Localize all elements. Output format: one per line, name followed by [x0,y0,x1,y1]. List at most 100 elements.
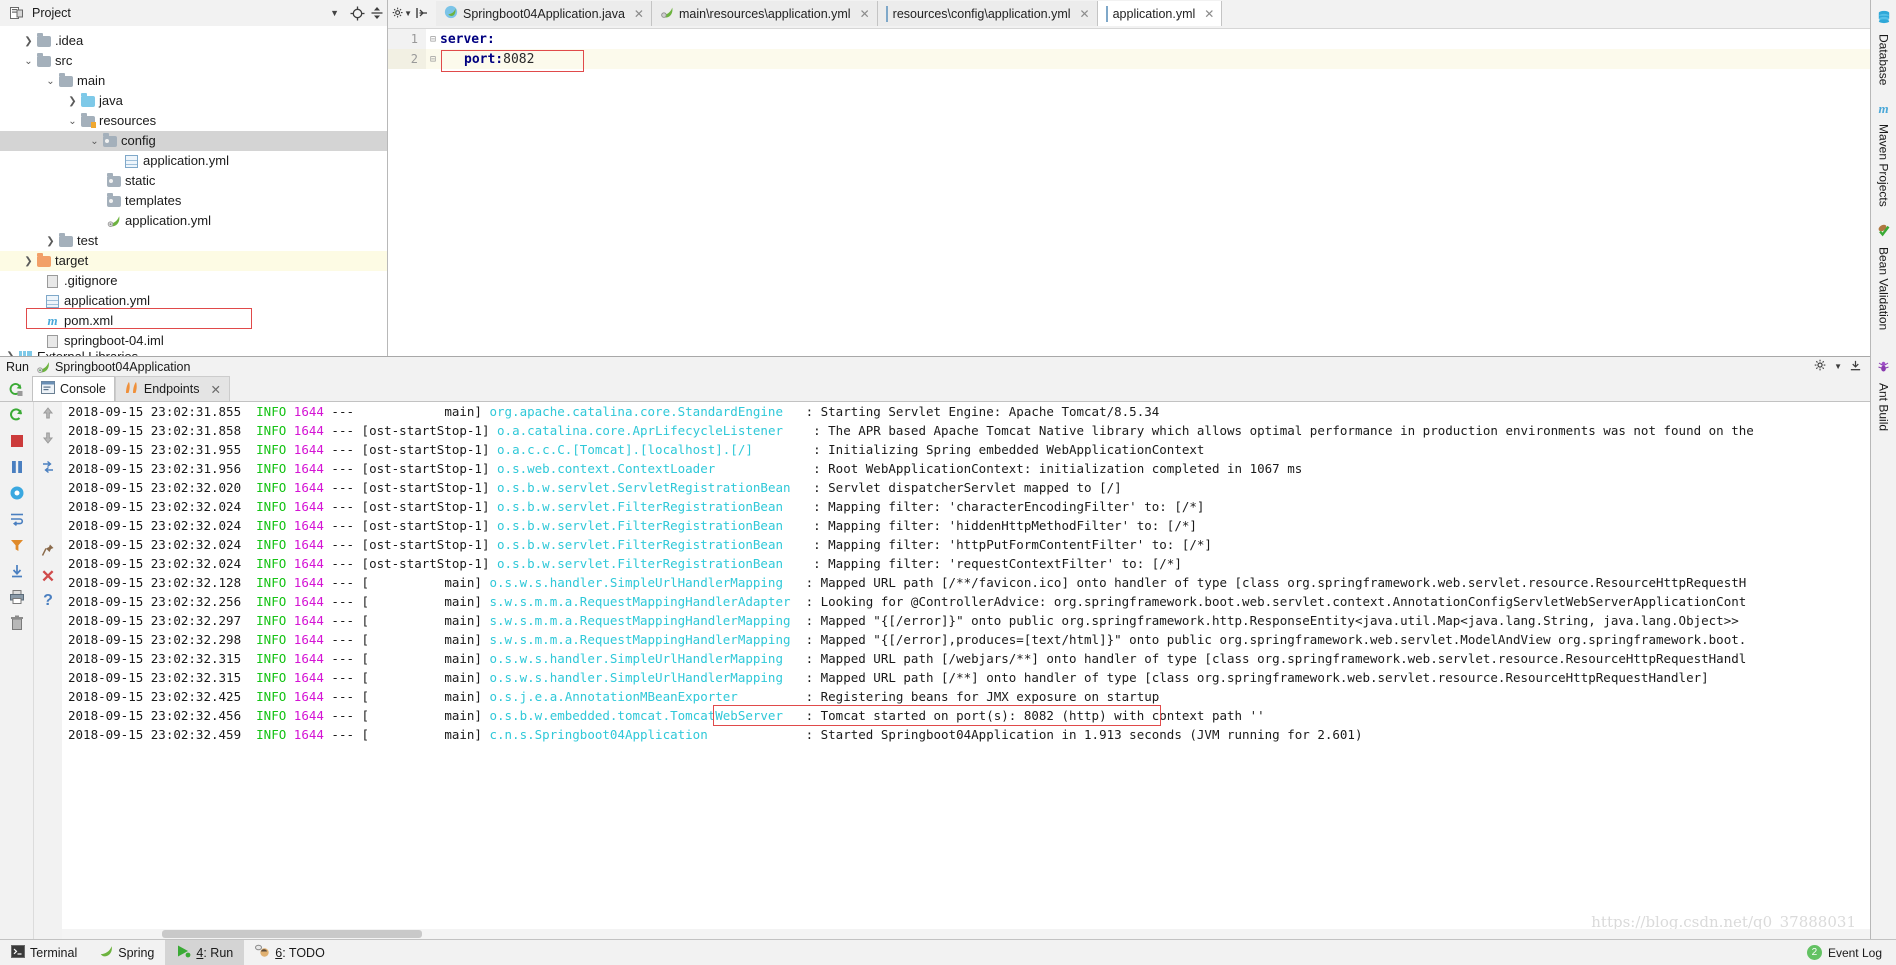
scroll-to-end-icon[interactable] [9,563,25,582]
fold-marker-icon[interactable]: ⊟ [426,54,440,65]
code-line-1[interactable]: 1 ⊟ server: [388,29,1896,49]
status-item-terminal[interactable]: Terminal [0,940,88,965]
log-message: : Root WebApplicationContext: initializa… [805,461,1303,476]
tree-item-main[interactable]: ⌄ main [0,71,387,91]
help-icon[interactable]: ? [43,593,53,609]
tree-item-external-libraries[interactable]: ❯ External Libraries [0,351,387,356]
chevron-down-icon[interactable]: ▼ [1834,362,1842,371]
tree-item-iml[interactable]: springboot-04.iml [0,331,387,351]
log-message: : Looking for @ControllerAdvice: org.spr… [798,594,1747,609]
status-item-run[interactable]: 44: Run: Run [165,939,245,965]
console-log-line: 2018-09-15 23:02:31.955 INFO 1644 --- [o… [62,440,1870,459]
stop-icon[interactable] [9,433,25,452]
status-item-spring[interactable]: Spring [88,940,165,965]
trace-icon[interactable] [9,485,25,504]
tree-item-resources-application-yml[interactable]: application.yml [0,211,387,231]
log-separator: --- [323,499,362,514]
expand-collapse-icon[interactable] [367,3,387,23]
tree-item-src[interactable]: ⌄ src [0,51,387,71]
tree-item-idea[interactable]: ❯ .idea [0,31,387,51]
tree-item-templates[interactable]: templates [0,191,387,211]
chevron-down-icon[interactable]: ⌄ [88,136,101,147]
log-level: INFO [256,442,287,457]
hide-window-icon[interactable] [1849,359,1862,375]
chevron-down-icon[interactable]: ▼ [330,8,339,18]
code-area[interactable]: 1 ⊟ server: 2 ⊟ port: 8082 ✓ [388,29,1896,356]
log-pid: 1644 [293,423,324,438]
maven-m-icon: m [47,313,58,328]
chevron-down-icon[interactable]: ⌄ [44,76,57,87]
run-tab-console[interactable]: Console [32,376,115,401]
tree-item-config-application-yml[interactable]: application.yml [0,151,387,171]
chevron-right-icon[interactable]: ❯ [44,236,57,247]
log-level: INFO [256,670,287,685]
close-icon[interactable]: ✕ [210,382,220,397]
chevron-right-icon[interactable]: ❯ [4,351,17,356]
chevron-down-icon[interactable]: ⌄ [22,56,35,67]
compare-icon[interactable] [41,460,55,477]
right-tool-maven-projects[interactable]: m Maven Projects [1877,95,1891,217]
event-log-badge[interactable]: 2 [1806,945,1822,960]
log-level: INFO [256,404,287,419]
tree-item-gitignore[interactable]: .gitignore [0,271,387,291]
pause-icon[interactable] [9,459,25,478]
log-level: INFO [256,461,287,476]
right-tool-ant-build[interactable]: Ant Build [1877,354,1891,441]
console-log-line: 2018-09-15 23:02:32.425 INFO 1644 --- [ … [62,687,1870,706]
fold-marker-icon[interactable]: ⊟ [426,34,440,45]
console-output[interactable]: 2018-09-15 23:02:31.855 INFO 1644 --- ma… [62,402,1870,939]
close-icon[interactable]: ✕ [860,7,870,21]
hide-window-icon[interactable] [412,3,432,23]
project-view-icon[interactable] [6,3,26,23]
status-item-todo[interactable]: 66: TODO: TODO [244,940,336,965]
yml-file-icon [1105,5,1108,22]
chevron-right-icon[interactable]: ❯ [22,36,35,47]
tree-item-label: .idea [55,33,84,48]
tree-item-static[interactable]: static [0,171,387,191]
tree-item-test[interactable]: ❯ test [0,231,387,251]
console-horizontal-scrollbar[interactable] [62,929,1870,939]
event-log-label[interactable]: Event Log [1828,946,1882,960]
log-separator: --- [323,670,362,685]
tree-item-config[interactable]: ⌄ config [0,131,387,151]
editor-tab-3[interactable]: application.yml ✕ [1097,1,1223,26]
close-icon[interactable]: ✕ [1080,7,1090,21]
close-icon[interactable]: ✕ [41,568,55,585]
tree-item-resources[interactable]: ⌄ resources [0,111,387,131]
editor-tab-2[interactable]: resources\config\application.yml ✕ [877,1,1098,26]
chevron-right-icon[interactable]: ❯ [66,96,79,107]
locate-icon[interactable] [347,3,367,23]
pin-icon[interactable] [41,543,55,560]
right-tool-bean-validation[interactable]: Bean Validation [1877,217,1891,340]
scroll-up-icon[interactable] [41,406,55,423]
run-tab-endpoints[interactable]: Endpoints ✕ [114,376,230,401]
rerun-icon[interactable] [0,381,32,397]
project-tree[interactable]: ❯ .idea ⌄ src ⌄ main ❯ java ⌄ resources … [0,26,388,356]
settings-gear-icon[interactable] [1814,359,1827,375]
tree-item-target[interactable]: ❯ target [0,251,387,271]
editor-tab-0[interactable]: Springboot04Application.java ✕ [436,1,652,26]
editor-tab-1[interactable]: main\resources\application.yml ✕ [651,1,878,26]
tree-item-pom-xml[interactable]: m pom.xml [0,311,387,331]
print-icon[interactable] [9,589,25,608]
right-tool-database[interactable]: Database [1877,4,1891,95]
log-message: : Mapped "{[/error],produces=[text/html]… [798,632,1747,647]
scrollbar-thumb[interactable] [162,930,422,938]
trash-icon[interactable] [9,615,25,634]
editor-pane[interactable]: 1 ⊟ server: 2 ⊟ port: 8082 ✓ [388,26,1896,356]
soft-wrap-icon[interactable] [9,511,25,530]
tree-item-java[interactable]: ❯ java [0,91,387,111]
tree-item-root-application-yml[interactable]: application.yml [0,291,387,311]
rerun-icon[interactable] [8,406,25,426]
code-line-2[interactable]: 2 ⊟ port: 8082 [388,49,1896,69]
scroll-down-icon[interactable] [41,431,55,448]
close-icon[interactable]: ✕ [1204,7,1214,21]
log-space [286,480,294,495]
close-icon[interactable]: ✕ [634,7,644,21]
chevron-down-icon[interactable]: ⌄ [66,116,79,127]
filter-icon[interactable] [9,537,25,556]
project-panel-title: Project [32,6,71,20]
settings-gear-icon[interactable]: ▼ [392,3,412,23]
middle-area: ❯ .idea ⌄ src ⌄ main ❯ java ⌄ resources … [0,26,1896,356]
chevron-right-icon[interactable]: ❯ [22,256,35,267]
